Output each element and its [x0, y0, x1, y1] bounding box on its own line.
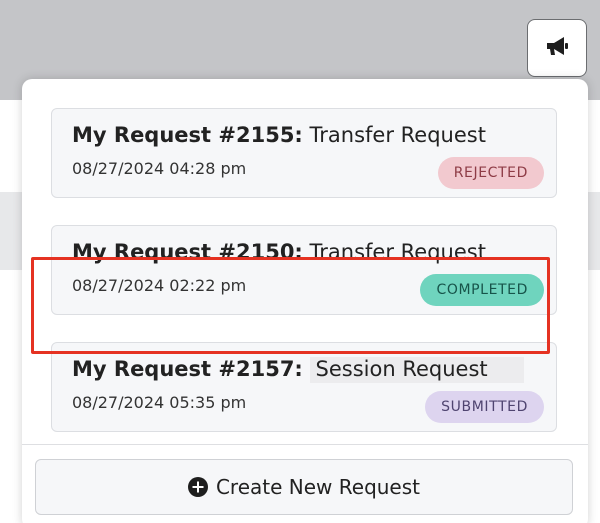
- request-number: My Request #2150:: [72, 240, 303, 264]
- panel-divider: [22, 444, 588, 445]
- request-type: Transfer Request: [309, 123, 486, 147]
- request-card[interactable]: My Request #2157: Session Request 08/27/…: [51, 342, 557, 432]
- status-badge: REJECTED: [437, 157, 544, 189]
- status-badge: SUBMITTED: [425, 391, 544, 423]
- request-number: My Request #2155:: [72, 123, 303, 147]
- request-type: Transfer Request: [309, 240, 486, 264]
- request-title: My Request #2155: Transfer Request: [72, 123, 486, 147]
- megaphone-icon: [545, 35, 569, 61]
- create-new-request-button[interactable]: Create New Request: [35, 459, 573, 515]
- requests-dropdown-panel: My Request #2155: Transfer Request 08/27…: [22, 79, 588, 523]
- page-background-left: [0, 100, 22, 523]
- request-date: 08/27/2024 05:35 pm: [72, 393, 247, 412]
- request-number: My Request #2157:: [72, 357, 303, 381]
- request-date: 08/27/2024 04:28 pm: [72, 159, 247, 178]
- status-badge: COMPLETED: [420, 274, 544, 306]
- plus-circle-icon: [187, 477, 208, 497]
- request-card[interactable]: My Request #2155: Transfer Request 08/27…: [51, 108, 557, 198]
- request-title: My Request #2150: Transfer Request: [72, 240, 486, 264]
- page-background-right: [586, 100, 600, 523]
- notifications-button[interactable]: [527, 19, 587, 77]
- request-title: My Request #2157: Session Request: [72, 357, 524, 383]
- request-date: 08/27/2024 02:22 pm: [72, 276, 247, 295]
- request-type: Session Request: [309, 357, 524, 383]
- request-card[interactable]: My Request #2150: Transfer Request 08/27…: [51, 225, 557, 315]
- page-background-band: [0, 192, 22, 270]
- create-new-request-label: Create New Request: [215, 475, 421, 499]
- page-background-band-right: [586, 192, 600, 270]
